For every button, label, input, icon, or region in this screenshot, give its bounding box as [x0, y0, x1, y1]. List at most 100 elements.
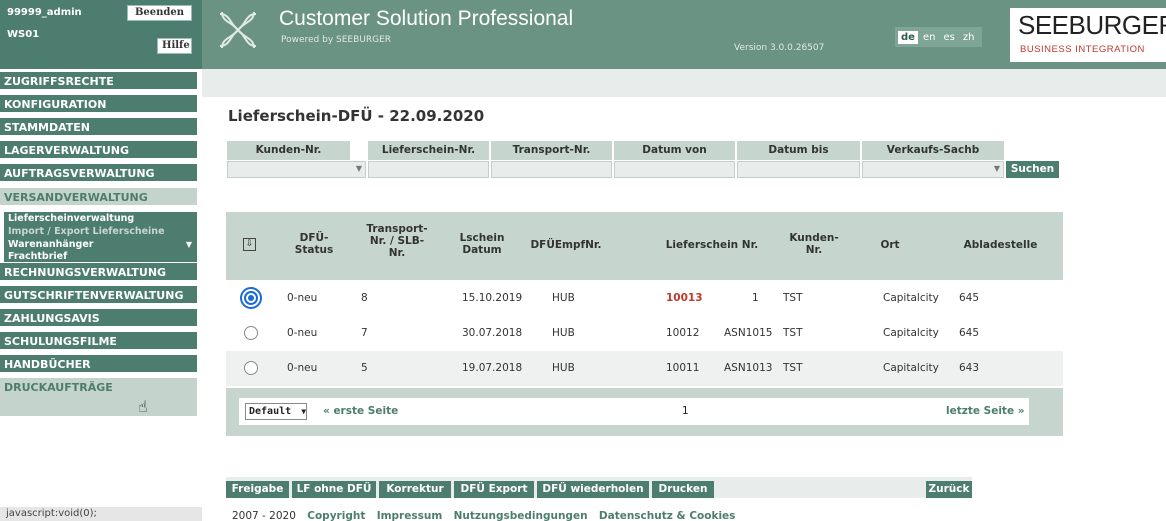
cell-date: 15.10.2019 — [462, 292, 523, 304]
cell-kunde: TST — [783, 327, 803, 339]
workstation-label: WS01 — [7, 29, 40, 40]
nav-item-gutschriftenverwaltung[interactable]: GUTSCHRIFTENVERWALTUNG — [0, 286, 197, 305]
nav-item-handbuecher[interactable]: HANDBÜCHER — [0, 355, 197, 374]
cell-transport: 8 — [361, 292, 368, 304]
nav-item-versandverwaltung[interactable]: VERSANDVERWALTUNG — [0, 188, 197, 207]
th-lschein-datum: Lschein Datum — [459, 232, 505, 256]
table-row[interactable]: 0-neu 8 15.10.2019 HUB 10013 1 TST Capit… — [226, 281, 1063, 316]
language-switcher: de en es zh — [895, 27, 983, 47]
lang-de[interactable]: de — [898, 30, 918, 44]
th-dfue-empf: DFÜEmpfNr. — [530, 239, 602, 251]
filter-header-datum-bis: Datum bis — [737, 141, 860, 160]
cell-ls-pos: 1 — [752, 292, 759, 304]
page-title: Lieferschein-DFÜ - 22.09.2020 — [228, 107, 485, 125]
footer-link-nutzungsbedingungen[interactable]: Nutzungsbedingungen — [454, 510, 588, 521]
pager-bar: Default ▼ « erste Seite 1 letzte Seite » — [239, 398, 1029, 425]
filter-header-verkaufs-sachb: Verkaufs-Sachb — [862, 141, 1004, 160]
logout-button[interactable]: Beenden — [127, 5, 192, 21]
subnav-warenanhaenger-label: Warenanhänger — [8, 239, 94, 250]
cell-ort: Capitalcity — [883, 292, 939, 304]
row-select-radio[interactable] — [244, 361, 258, 375]
subnav-lieferscheinverwaltung[interactable]: Lieferscheinverwaltung — [4, 212, 197, 225]
user-name: 99999_admin — [7, 7, 82, 18]
cell-ls-pos: ASN1015 — [724, 327, 773, 339]
nav-item-konfiguration[interactable]: KONFIGURATION — [0, 95, 197, 114]
nav-item-auftragsverwaltung[interactable]: AUFTRAGSVERWALTUNG — [0, 164, 197, 183]
cell-date: 19.07.2018 — [462, 362, 523, 374]
dfue-wiederholen-button[interactable]: DFÜ wiederholen — [537, 481, 649, 498]
lang-zh[interactable]: zh — [960, 31, 978, 44]
cell-empf: HUB — [552, 362, 575, 374]
th-ort: Ort — [880, 239, 900, 251]
select-all-icon[interactable]: ⇩ — [243, 238, 256, 251]
subnav-warenanhaenger[interactable]: Warenanhänger ▼ — [4, 238, 197, 251]
footer-link-copyright[interactable]: Copyright — [307, 510, 365, 521]
th-lieferschein-nr: Lieferschein Nr. — [665, 239, 759, 251]
chevron-down-icon: ▼ — [355, 164, 362, 173]
page-size-select[interactable]: Default ▼ — [245, 403, 307, 420]
filter-header-kunden: Kunden-Nr. — [227, 141, 350, 160]
cell-transport: 7 — [361, 327, 368, 339]
pager: Default ▼ « erste Seite 1 letzte Seite » — [226, 388, 1063, 436]
lf-ohne-dfue-button[interactable]: LF ohne DFÜ — [292, 481, 376, 498]
cell-empf: HUB — [552, 292, 575, 304]
app-title: Customer Solution Professional — [279, 7, 574, 30]
cell-ablade: 645 — [959, 327, 980, 339]
table-row[interactable]: 0-neu 7 30.07.2018 HUB 10012 ASN1015 TST… — [226, 316, 1063, 351]
kunden-nr-select[interactable]: ▼ — [227, 161, 366, 178]
drucken-button[interactable]: Drucken — [652, 481, 714, 498]
footer-link-datenschutz[interactable]: Datenschutz & Cookies — [599, 510, 736, 521]
app-window: 99999_admin WS01 Beenden Hilfe ZUGRIFFSR… — [0, 0, 1166, 521]
cell-ls-pos: ASN1013 — [724, 362, 773, 374]
lieferschein-nr-input[interactable] — [368, 161, 489, 178]
nav-item-lagerverwaltung[interactable]: LAGERVERWALTUNG — [0, 141, 197, 160]
header-strip — [202, 69, 1166, 97]
status-bar: javascript:void(0); — [0, 507, 202, 521]
search-button[interactable]: Suchen — [1006, 161, 1059, 178]
lang-en[interactable]: en — [920, 31, 939, 44]
subnav-frachtbrief[interactable]: Frachtbrief — [4, 251, 197, 262]
th-abladestelle: Abladestelle — [963, 239, 1038, 251]
table-row[interactable]: 0-neu 5 19.07.2018 HUB 10011 ASN1013 TST… — [226, 351, 1063, 386]
datum-bis-input[interactable] — [737, 161, 860, 178]
filter-header-transport: Transport-Nr. — [491, 141, 612, 160]
brand-logo: SEEBURGER BUSINESS INTEGRATION — [1010, 8, 1166, 62]
zurueck-button[interactable]: Zurück — [926, 481, 972, 498]
nav-item-schulungsfilme[interactable]: SCHULUNGSFILME — [0, 332, 197, 351]
app-header: Customer Solution Professional Powered b… — [202, 0, 1166, 69]
filter-header-datum-von: Datum von — [614, 141, 735, 160]
cell-empf: HUB — [552, 327, 575, 339]
verkaufs-sachb-select[interactable]: ▼ — [862, 161, 1004, 178]
nav-item-zugriffsrechte[interactable]: ZUGRIFFSRECHTE — [0, 72, 197, 91]
th-transport: Transport- Nr. / SLB- Nr. — [366, 223, 428, 259]
cell-kunde: TST — [783, 292, 803, 304]
cell-lieferschein-link[interactable]: 10013 — [666, 292, 703, 304]
nav-item-druckauftraege[interactable]: DRUCKAUFTRÄGE — [0, 378, 197, 418]
dfue-export-button[interactable]: DFÜ Export — [454, 481, 534, 498]
row-select-radio[interactable] — [240, 287, 262, 309]
nav-item-rechnungsverwaltung[interactable]: RECHNUNGSVERWALTUNG — [0, 263, 197, 282]
cell-lieferschein: 10011 — [666, 362, 700, 374]
subnav-import-export[interactable]: Import / Export Lieferscheine — [4, 225, 197, 238]
nav-item-stammdaten[interactable]: STAMMDATEN — [0, 118, 197, 137]
lang-es[interactable]: es — [940, 31, 957, 44]
footer: 2007 - 2020 Copyright Impressum Nutzungs… — [232, 510, 735, 521]
footer-link-impressum[interactable]: Impressum — [377, 510, 443, 521]
cell-ort: Capitalcity — [883, 362, 939, 374]
row-select-radio[interactable] — [244, 326, 258, 340]
last-page-link[interactable]: letzte Seite » — [946, 405, 1025, 417]
nav-item-zahlungsavis[interactable]: ZAHLUNGSAVIS — [0, 309, 197, 328]
freigabe-button[interactable]: Freigabe — [226, 481, 289, 498]
page-size-value: Default — [249, 406, 292, 417]
app-logo-icon — [219, 11, 257, 49]
transport-nr-input[interactable] — [491, 161, 612, 178]
cell-transport: 5 — [361, 362, 368, 374]
version-label: Version 3.0.0.26507 — [734, 43, 825, 53]
filter-header-lieferschein: Lieferschein-Nr. — [368, 141, 489, 160]
first-page-link[interactable]: « erste Seite — [323, 405, 398, 417]
datum-von-input[interactable] — [614, 161, 735, 178]
korrektur-button[interactable]: Korrektur — [379, 481, 451, 498]
help-button[interactable]: Hilfe — [157, 38, 192, 54]
cell-status: 0-neu — [287, 327, 318, 339]
app-subtitle: Powered by SEEBURGER — [281, 35, 392, 45]
